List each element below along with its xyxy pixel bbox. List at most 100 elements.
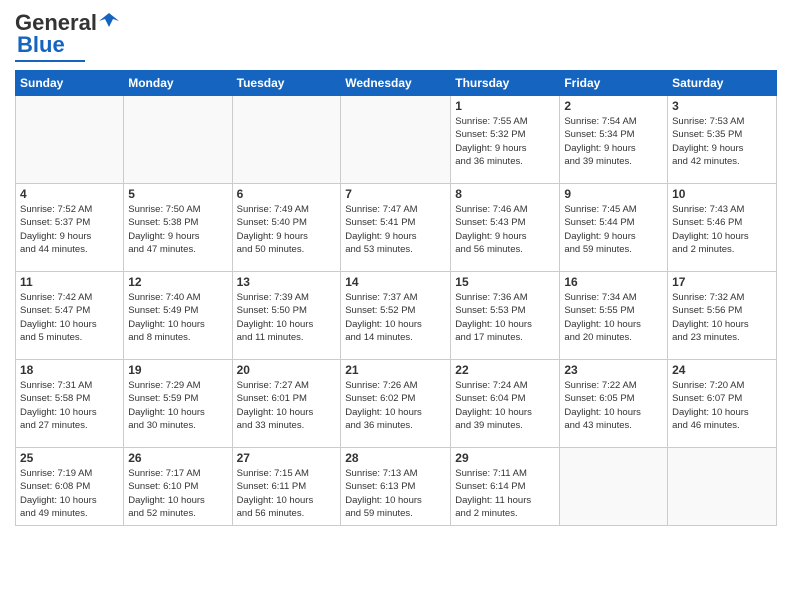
day-number: 6 xyxy=(237,187,337,201)
calendar-cell: 22 Sunrise: 7:24 AM Sunset: 6:04 PM Dayli… xyxy=(451,360,560,448)
day-info: Sunrise: 7:19 AM Sunset: 6:08 PM Dayligh… xyxy=(20,467,119,520)
day-info: Sunrise: 7:26 AM Sunset: 6:02 PM Dayligh… xyxy=(345,379,446,432)
calendar-cell: 25 Sunrise: 7:19 AM Sunset: 6:08 PM Dayli… xyxy=(16,448,124,526)
day-number: 29 xyxy=(455,451,555,465)
day-number: 1 xyxy=(455,99,555,113)
day-info: Sunrise: 7:40 AM Sunset: 5:49 PM Dayligh… xyxy=(128,291,227,344)
day-info: Sunrise: 7:39 AM Sunset: 5:50 PM Dayligh… xyxy=(237,291,337,344)
day-info: Sunrise: 7:24 AM Sunset: 6:04 PM Dayligh… xyxy=(455,379,555,432)
calendar-week-4: 25 Sunrise: 7:19 AM Sunset: 6:08 PM Dayli… xyxy=(16,448,777,526)
calendar-cell: 3 Sunrise: 7:53 AM Sunset: 5:35 PM Daylig… xyxy=(668,96,777,184)
day-number: 3 xyxy=(672,99,772,113)
day-info: Sunrise: 7:22 AM Sunset: 6:05 PM Dayligh… xyxy=(564,379,663,432)
day-info: Sunrise: 7:15 AM Sunset: 6:11 PM Dayligh… xyxy=(237,467,337,520)
calendar-cell: 28 Sunrise: 7:13 AM Sunset: 6:13 PM Dayli… xyxy=(341,448,451,526)
day-number: 9 xyxy=(564,187,663,201)
calendar-cell: 23 Sunrise: 7:22 AM Sunset: 6:05 PM Dayli… xyxy=(560,360,668,448)
day-number: 2 xyxy=(564,99,663,113)
day-info: Sunrise: 7:37 AM Sunset: 5:52 PM Dayligh… xyxy=(345,291,446,344)
day-number: 20 xyxy=(237,363,337,377)
day-info: Sunrise: 7:29 AM Sunset: 5:59 PM Dayligh… xyxy=(128,379,227,432)
day-number: 19 xyxy=(128,363,227,377)
day-number: 14 xyxy=(345,275,446,289)
calendar-header-friday: Friday xyxy=(560,71,668,96)
day-number: 11 xyxy=(20,275,119,289)
day-info: Sunrise: 7:46 AM Sunset: 5:43 PM Dayligh… xyxy=(455,203,555,256)
day-number: 7 xyxy=(345,187,446,201)
calendar-cell: 8 Sunrise: 7:46 AM Sunset: 5:43 PM Daylig… xyxy=(451,184,560,272)
day-number: 23 xyxy=(564,363,663,377)
calendar-cell: 27 Sunrise: 7:15 AM Sunset: 6:11 PM Dayli… xyxy=(232,448,341,526)
calendar-cell: 5 Sunrise: 7:50 AM Sunset: 5:38 PM Daylig… xyxy=(124,184,232,272)
calendar-cell: 7 Sunrise: 7:47 AM Sunset: 5:41 PM Daylig… xyxy=(341,184,451,272)
calendar-header-monday: Monday xyxy=(124,71,232,96)
calendar-header-sunday: Sunday xyxy=(16,71,124,96)
calendar-week-3: 18 Sunrise: 7:31 AM Sunset: 5:58 PM Dayli… xyxy=(16,360,777,448)
day-info: Sunrise: 7:20 AM Sunset: 6:07 PM Dayligh… xyxy=(672,379,772,432)
calendar-cell xyxy=(668,448,777,526)
header: General Blue xyxy=(15,10,777,62)
calendar-cell: 21 Sunrise: 7:26 AM Sunset: 6:02 PM Dayli… xyxy=(341,360,451,448)
calendar-cell: 18 Sunrise: 7:31 AM Sunset: 5:58 PM Dayli… xyxy=(16,360,124,448)
calendar-header-thursday: Thursday xyxy=(451,71,560,96)
page: General Blue SundayMondayTuesdayWednesda… xyxy=(0,0,792,612)
day-number: 27 xyxy=(237,451,337,465)
day-number: 13 xyxy=(237,275,337,289)
calendar-cell: 26Sunrise: 7:17 AM Sunset: 6:10 PM Dayli… xyxy=(124,448,232,526)
day-info: Sunrise: 7:31 AM Sunset: 5:58 PM Dayligh… xyxy=(20,379,119,432)
calendar-header-tuesday: Tuesday xyxy=(232,71,341,96)
calendar-cell: 9Sunrise: 7:45 AM Sunset: 5:44 PM Daylig… xyxy=(560,184,668,272)
day-info: Sunrise: 7:54 AM Sunset: 5:34 PM Dayligh… xyxy=(564,115,663,168)
calendar-header-row: SundayMondayTuesdayWednesdayThursdayFrid… xyxy=(16,71,777,96)
calendar-table: SundayMondayTuesdayWednesdayThursdayFrid… xyxy=(15,70,777,526)
day-number: 8 xyxy=(455,187,555,201)
day-info: Sunrise: 7:34 AM Sunset: 5:55 PM Dayligh… xyxy=(564,291,663,344)
calendar-cell: 10 Sunrise: 7:43 AM Sunset: 5:46 PM Dayli… xyxy=(668,184,777,272)
day-number: 15 xyxy=(455,275,555,289)
calendar-header-wednesday: Wednesday xyxy=(341,71,451,96)
calendar-cell: 4 Sunrise: 7:52 AM Sunset: 5:37 PM Daylig… xyxy=(16,184,124,272)
day-info: Sunrise: 7:47 AM Sunset: 5:41 PM Dayligh… xyxy=(345,203,446,256)
calendar-cell: 2 Sunrise: 7:54 AM Sunset: 5:34 PM Daylig… xyxy=(560,96,668,184)
calendar-cell: 19 Sunrise: 7:29 AM Sunset: 5:59 PM Dayli… xyxy=(124,360,232,448)
day-number: 4 xyxy=(20,187,119,201)
day-info: Sunrise: 7:52 AM Sunset: 5:37 PM Dayligh… xyxy=(20,203,119,256)
day-number: 5 xyxy=(128,187,227,201)
calendar-cell xyxy=(560,448,668,526)
calendar-cell: 6Sunrise: 7:49 AM Sunset: 5:40 PM Daylig… xyxy=(232,184,341,272)
day-number: 24 xyxy=(672,363,772,377)
day-number: 21 xyxy=(345,363,446,377)
day-info: Sunrise: 7:43 AM Sunset: 5:46 PM Dayligh… xyxy=(672,203,772,256)
day-info: Sunrise: 7:32 AM Sunset: 5:56 PM Dayligh… xyxy=(672,291,772,344)
day-number: 12 xyxy=(128,275,227,289)
calendar-cell: 24 Sunrise: 7:20 AM Sunset: 6:07 PM Dayli… xyxy=(668,360,777,448)
day-info: Sunrise: 7:27 AM Sunset: 6:01 PM Dayligh… xyxy=(237,379,337,432)
day-number: 22 xyxy=(455,363,555,377)
day-info: Sunrise: 7:50 AM Sunset: 5:38 PM Dayligh… xyxy=(128,203,227,256)
day-number: 28 xyxy=(345,451,446,465)
calendar-cell xyxy=(341,96,451,184)
day-number: 18 xyxy=(20,363,119,377)
calendar-week-1: 4 Sunrise: 7:52 AM Sunset: 5:37 PM Daylig… xyxy=(16,184,777,272)
calendar-cell xyxy=(16,96,124,184)
calendar-cell: 17Sunrise: 7:32 AM Sunset: 5:56 PM Dayli… xyxy=(668,272,777,360)
day-number: 16 xyxy=(564,275,663,289)
logo-blue: Blue xyxy=(17,32,65,57)
day-number: 25 xyxy=(20,451,119,465)
calendar-header-saturday: Saturday xyxy=(668,71,777,96)
logo-bird-icon xyxy=(99,13,119,29)
day-info: Sunrise: 7:13 AM Sunset: 6:13 PM Dayligh… xyxy=(345,467,446,520)
day-info: Sunrise: 7:42 AM Sunset: 5:47 PM Dayligh… xyxy=(20,291,119,344)
calendar-cell: 13 Sunrise: 7:39 AM Sunset: 5:50 PM Dayli… xyxy=(232,272,341,360)
calendar-cell xyxy=(124,96,232,184)
calendar-cell: 11 Sunrise: 7:42 AM Sunset: 5:47 PM Dayli… xyxy=(16,272,124,360)
day-number: 10 xyxy=(672,187,772,201)
calendar-cell: 15Sunrise: 7:36 AM Sunset: 5:53 PM Dayli… xyxy=(451,272,560,360)
calendar-cell: 14 Sunrise: 7:37 AM Sunset: 5:52 PM Dayli… xyxy=(341,272,451,360)
calendar-week-2: 11 Sunrise: 7:42 AM Sunset: 5:47 PM Dayli… xyxy=(16,272,777,360)
logo: General Blue xyxy=(15,10,119,62)
day-info: Sunrise: 7:17 AM Sunset: 6:10 PM Dayligh… xyxy=(128,467,227,520)
calendar-cell: 20 Sunrise: 7:27 AM Sunset: 6:01 PM Dayli… xyxy=(232,360,341,448)
day-info: Sunrise: 7:53 AM Sunset: 5:35 PM Dayligh… xyxy=(672,115,772,168)
calendar-cell: 29Sunrise: 7:11 AM Sunset: 6:14 PM Dayli… xyxy=(451,448,560,526)
